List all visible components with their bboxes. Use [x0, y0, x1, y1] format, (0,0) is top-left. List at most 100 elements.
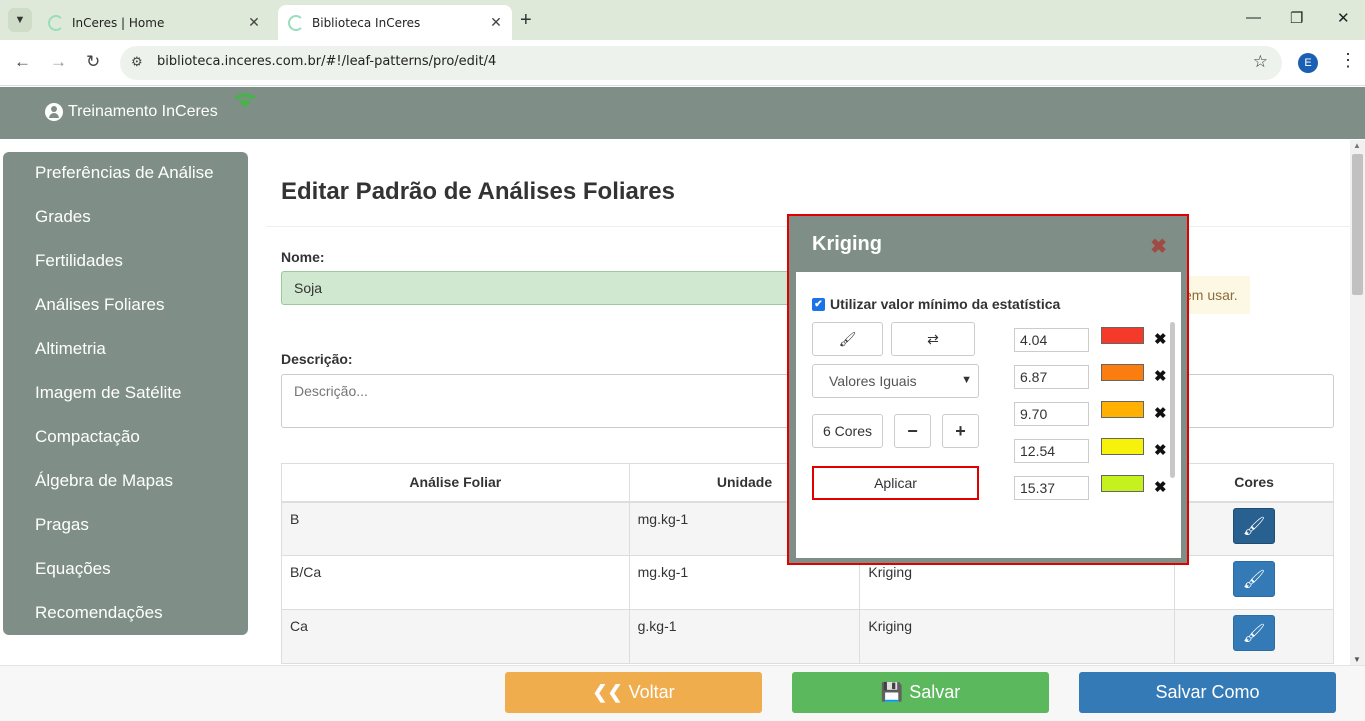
break-value-input[interactable]: 12.54 [1014, 439, 1089, 463]
scroll-up-icon[interactable]: ▲ [1353, 141, 1361, 150]
sidebar-item-imagem-satelite[interactable]: Imagem de Satélite [3, 382, 248, 426]
floppy-disk-icon: 💾 [880, 682, 904, 702]
page-scrollbar[interactable]: ▲ ▼ [1350, 140, 1365, 665]
sidebar-item-analises-foliares[interactable]: Análises Foliares [3, 294, 248, 338]
paint-brush-icon: 🖌 [1242, 623, 1266, 643]
cell-analysis: B/Ca [281, 555, 630, 610]
color-swatch[interactable] [1101, 327, 1144, 344]
user-circle-icon [45, 103, 63, 121]
sidebar-item-algebra-mapas[interactable]: Álgebra de Mapas [3, 470, 248, 514]
name-label: Nome: [281, 249, 325, 265]
break-value-input[interactable]: 4.04 [1014, 328, 1089, 352]
save-button[interactable]: 💾 Salvar [792, 672, 1049, 713]
colors-count-display: 6 Cores [812, 414, 883, 448]
remove-break-icon[interactable]: ✖ [1154, 330, 1167, 348]
edit-colors-button[interactable]: 🖌 [1233, 615, 1276, 651]
classification-select[interactable]: Valores Iguais ▼ [812, 364, 979, 398]
double-chevron-left-icon: ❮❮ [592, 682, 623, 702]
chevron-down-icon: ▼ [961, 374, 972, 386]
decrease-colors-button[interactable]: − [894, 414, 931, 448]
wifi-icon [234, 93, 256, 108]
site-settings-icon[interactable]: ⚙ [131, 54, 143, 70]
scrollbar-thumb[interactable] [1352, 154, 1363, 295]
color-swatch[interactable] [1101, 438, 1144, 455]
user-menu[interactable]: Treinamento InCeres [45, 103, 218, 121]
new-tab-icon[interactable]: + [520, 9, 532, 32]
remove-break-icon[interactable]: ✖ [1154, 367, 1167, 385]
color-swatch[interactable] [1101, 401, 1144, 418]
browser-tab-biblioteca[interactable]: Biblioteca InCeres ✕ [278, 5, 512, 40]
paint-brush-button[interactable]: 🖌 [812, 322, 883, 356]
save-label: Salvar [909, 682, 961, 702]
paint-brush-icon: 🖌 [1242, 515, 1266, 536]
modal-scrollbar[interactable] [1170, 322, 1175, 478]
forward-icon[interactable]: → [50, 52, 67, 72]
edit-colors-button[interactable]: 🖌 [1233, 561, 1276, 597]
footer-bar: ❮❮ Voltar 💾 Salvar Salvar Como [0, 665, 1365, 721]
table-row: Ca g.kg-1 Kriging 🖌 [281, 609, 1334, 664]
sidebar-item-pragas[interactable]: Pragas [3, 514, 248, 558]
chevron-down-icon: ▼ [14, 14, 26, 26]
save-as-button[interactable]: Salvar Como [1079, 672, 1336, 713]
name-field[interactable]: Soja [281, 271, 811, 305]
cell-analysis: B [281, 501, 630, 556]
sidebar-item-altimetria[interactable]: Altimetria [3, 338, 248, 382]
tab-list-button[interactable]: ▼ [8, 8, 32, 32]
minus-icon: − [907, 420, 918, 441]
break-value-input[interactable]: 9.70 [1014, 402, 1089, 426]
address-bar: ← → ↻ ⚙ biblioteca.inceres.com.br/#!/lea… [0, 40, 1365, 86]
back-icon[interactable]: ← [14, 52, 31, 72]
remove-break-icon[interactable]: ✖ [1154, 478, 1167, 496]
scroll-down-icon[interactable]: ▼ [1353, 655, 1361, 664]
color-swatch[interactable] [1101, 475, 1144, 492]
paint-brush-icon: 🖌 [838, 330, 857, 347]
increase-colors-button[interactable]: + [942, 414, 979, 448]
cell-colors: 🖌 [1174, 501, 1334, 556]
close-icon[interactable]: ✖ [1150, 234, 1167, 259]
back-button[interactable]: ❮❮ Voltar [505, 672, 762, 713]
loading-icon [288, 14, 304, 31]
column-header-analysis: Análise Foliar [281, 463, 630, 503]
browser-menu-icon[interactable]: ⋮ [1339, 50, 1357, 71]
back-label: Voltar [628, 682, 675, 702]
description-label: Descrição: [281, 351, 353, 367]
close-window-icon[interactable]: ✕ [1337, 9, 1350, 27]
bookmark-star-icon[interactable]: ☆ [1253, 52, 1268, 72]
browser-tab-home[interactable]: InCeres | Home ✕ [38, 5, 270, 40]
sidebar-item-preferencias[interactable]: Preferências de Análise [3, 162, 248, 206]
tab-title: Biblioteca InCeres [312, 15, 421, 30]
sidebar-item-recomendacoes[interactable]: Recomendações [3, 602, 248, 646]
plus-icon: + [955, 420, 966, 441]
sidebar-item-grades[interactable]: Grades [3, 206, 248, 250]
close-tab-icon[interactable]: ✕ [486, 15, 506, 31]
checkmark-icon: ✔ [812, 297, 825, 311]
reload-icon[interactable]: ↻ [86, 52, 100, 72]
retweet-icon: ⇄ [927, 330, 939, 347]
cell-unit: g.kg-1 [628, 609, 861, 664]
cell-colors: 🖌 [1174, 555, 1334, 610]
close-tab-icon[interactable]: ✕ [244, 15, 264, 31]
page-title: Editar Padrão de Análises Foliares [281, 178, 675, 205]
remove-break-icon[interactable]: ✖ [1154, 404, 1167, 422]
apply-button[interactable]: Aplicar [812, 466, 979, 500]
color-swatch[interactable] [1101, 364, 1144, 381]
remove-break-icon[interactable]: ✖ [1154, 441, 1167, 459]
url-field[interactable]: ⚙ biblioteca.inceres.com.br/#!/leaf-patt… [120, 46, 1282, 80]
restore-icon[interactable]: ❐ [1290, 9, 1303, 27]
cell-colors: 🖌 [1174, 609, 1334, 664]
invert-colors-button[interactable]: ⇄ [891, 322, 975, 356]
break-value-input[interactable]: 6.87 [1014, 365, 1089, 389]
sidebar-item-compactacao[interactable]: Compactação [3, 426, 248, 470]
sidebar-item-equacoes[interactable]: Equações [3, 558, 248, 602]
cell-analysis: Ca [281, 609, 630, 664]
minimize-icon[interactable]: — [1246, 9, 1261, 26]
edit-colors-button[interactable]: 🖌 [1233, 507, 1276, 544]
profile-avatar[interactable]: E [1298, 53, 1318, 73]
app-header: Treinamento InCeres [0, 87, 1365, 139]
user-name: Treinamento InCeres [68, 103, 218, 120]
checkbox-label: Utilizar valor mínimo da estatística [830, 296, 1061, 312]
kriging-modal: Kriging ✖ ✔ Utilizar valor mínimo da est… [787, 214, 1189, 565]
sidebar-item-fertilidades[interactable]: Fertilidades [3, 250, 248, 294]
break-value-input[interactable]: 15.37 [1014, 476, 1089, 500]
min-value-checkbox[interactable]: ✔ Utilizar valor mínimo da estatística [812, 296, 1060, 312]
